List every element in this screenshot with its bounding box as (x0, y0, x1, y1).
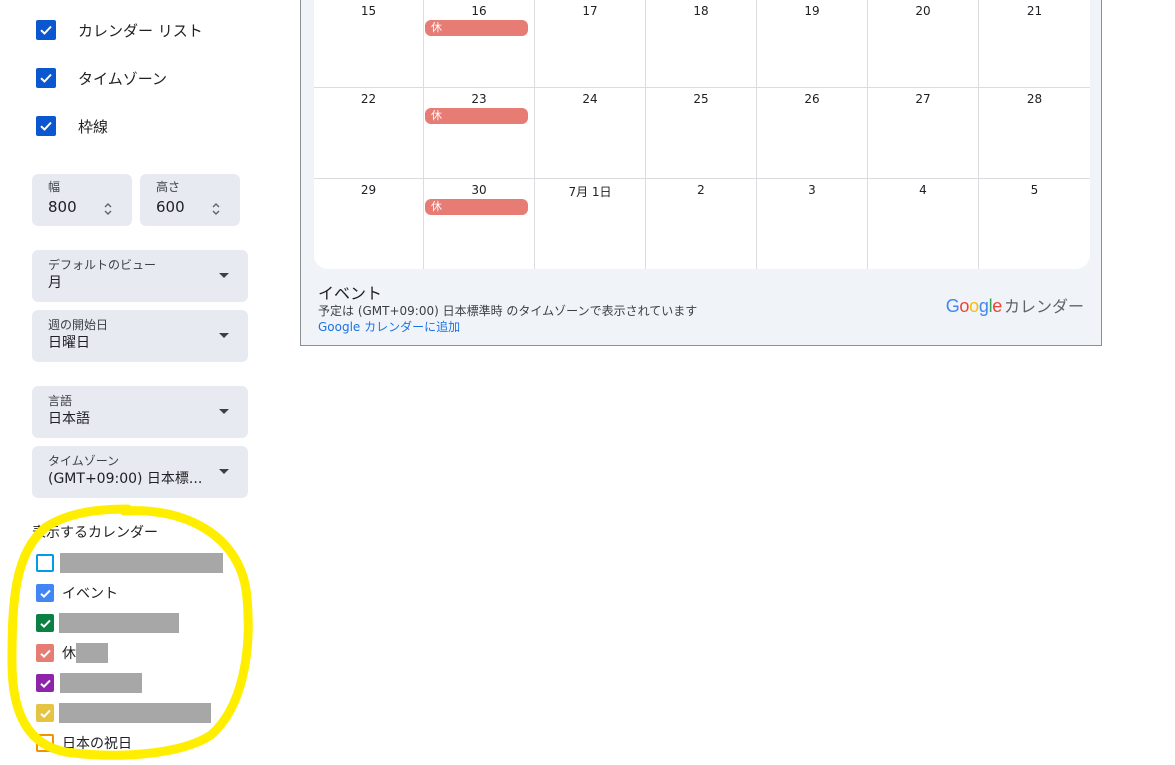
day-number: 15 (360, 4, 377, 18)
day-cell[interactable]: 19 (757, 0, 868, 88)
check-icon (40, 73, 52, 83)
language-label: 言語 (48, 394, 73, 408)
day-number: 26 (804, 92, 820, 106)
spinner-icon[interactable] (210, 200, 222, 218)
language-value: 日本語 (48, 411, 90, 427)
wordmark-letter: o (969, 296, 979, 316)
default-view-select[interactable]: デフォルトのビュー 月 (32, 250, 248, 302)
timezone-note: 予定は (GMT+09:00) 日本標準時 のタイムゾーンで表示されています (318, 304, 698, 318)
option-border[interactable]: 枠線 (36, 116, 108, 136)
day-cell[interactable]: 5 (979, 179, 1090, 269)
width-label: 幅 (48, 180, 61, 194)
day-cell[interactable]: 28 (979, 88, 1090, 179)
embed-calendar-title: イベント (318, 284, 383, 303)
dropdown-arrow-icon (219, 273, 229, 278)
dropdown-arrow-icon (219, 409, 229, 414)
day-cell[interactable]: 21 (979, 0, 1090, 88)
day-number: 19 (804, 4, 820, 18)
day-number: 27 (915, 92, 931, 106)
add-to-google-calendar-link[interactable]: Google カレンダーに追加 (318, 318, 460, 335)
day-cell[interactable]: 24 (535, 88, 646, 179)
day-cell[interactable]: 27 (868, 88, 979, 179)
border-label: 枠線 (78, 117, 109, 136)
height-label: 高さ (156, 180, 181, 194)
default-view-label: デフォルトのビュー (48, 258, 157, 272)
day-number: 4 (919, 183, 927, 197)
check-icon (40, 25, 52, 35)
event-chip[interactable]: 休 (425, 108, 528, 124)
week-start-value: 日曜日 (48, 335, 90, 351)
wordmark-letter: g (978, 296, 989, 316)
timezone-select[interactable]: タイムゾーン (GMT+09:00) 日本標... (32, 446, 248, 498)
option-timezone[interactable]: タイムゾーン (36, 68, 167, 88)
month-grid: 15 16 休 17 18 19 20 21 22 23 休 24 25 26 27 28 29 30 休 7月 1日… (314, 0, 1090, 269)
day-cell[interactable]: 17 (535, 0, 646, 88)
timezone-option-label: タイムゾーン (78, 69, 167, 88)
day-number: 20 (915, 4, 931, 18)
highlight-annotation (7, 504, 253, 760)
day-cell[interactable]: 30 休 (424, 179, 535, 269)
height-value[interactable]: 600 (156, 198, 240, 216)
day-number: 21 (1026, 4, 1043, 18)
day-number: 22 (360, 92, 377, 106)
day-number: 25 (693, 92, 709, 106)
day-number: 23 (471, 92, 487, 106)
day-number: 30 (471, 183, 487, 197)
day-number: 17 (582, 4, 598, 18)
day-cell[interactable]: 29 (314, 179, 424, 269)
wordmark-letter: G (945, 296, 960, 316)
default-view-value: 月 (48, 275, 62, 291)
timezone-value: (GMT+09:00) 日本標... (48, 471, 203, 487)
week-start-label: 週の開始日 (48, 318, 109, 332)
day-cell[interactable]: 15 (314, 0, 424, 88)
width-value[interactable]: 800 (48, 198, 132, 216)
language-select[interactable]: 言語 日本語 (32, 386, 248, 438)
google-wordmark: Google (945, 296, 1003, 317)
timezone-label: タイムゾーン (48, 454, 120, 468)
calendar-embed-preview: 15 16 休 17 18 19 20 21 22 23 休 24 25 26 27 28 29 30 休 7月 1日… (300, 0, 1102, 346)
day-cell[interactable]: 22 (314, 88, 424, 179)
day-number: 28 (1026, 92, 1043, 106)
day-cell[interactable]: 20 (868, 0, 979, 88)
day-cell[interactable]: 2 (646, 179, 757, 269)
day-cell[interactable]: 23 休 (424, 88, 535, 179)
brand-suffix: カレンダー (1003, 297, 1084, 316)
timezone-checkbox[interactable] (36, 68, 56, 88)
dropdown-arrow-icon (219, 333, 229, 338)
day-cell[interactable]: 18 (646, 0, 757, 88)
dropdown-arrow-icon (219, 469, 229, 474)
week-start-select[interactable]: 週の開始日 日曜日 (32, 310, 248, 362)
event-chip[interactable]: 休 (425, 199, 528, 215)
event-chip[interactable]: 休 (425, 20, 528, 36)
day-number: 2 (697, 183, 705, 197)
wordmark-letter: e (992, 296, 1002, 316)
day-cell[interactable]: 25 (646, 88, 757, 179)
day-number: 24 (582, 92, 598, 106)
day-cell[interactable]: 26 (757, 88, 868, 179)
day-number: 7月 1日 (568, 185, 612, 199)
day-cell[interactable]: 3 (757, 179, 868, 269)
day-number: 5 (1030, 183, 1039, 197)
border-checkbox[interactable] (36, 116, 56, 136)
day-number: 16 (471, 4, 487, 18)
calendar-list-checkbox[interactable] (36, 20, 56, 40)
option-calendar-list[interactable]: カレンダー リスト (36, 20, 203, 40)
day-cell[interactable]: 16 休 (424, 0, 535, 88)
calendar-list-label: カレンダー リスト (78, 21, 203, 40)
width-field[interactable]: 幅 800 (32, 174, 132, 226)
spinner-icon[interactable] (102, 200, 114, 218)
day-number: 3 (808, 183, 816, 197)
day-number: 18 (693, 4, 709, 18)
google-calendar-logo[interactable]: Google カレンダー (946, 293, 1084, 317)
day-cell[interactable]: 7月 1日 (535, 179, 646, 269)
wordmark-letter: o (959, 296, 970, 316)
day-cell[interactable]: 4 (868, 179, 979, 269)
height-field[interactable]: 高さ 600 (140, 174, 240, 226)
check-icon (40, 121, 52, 131)
day-number: 29 (360, 183, 377, 197)
